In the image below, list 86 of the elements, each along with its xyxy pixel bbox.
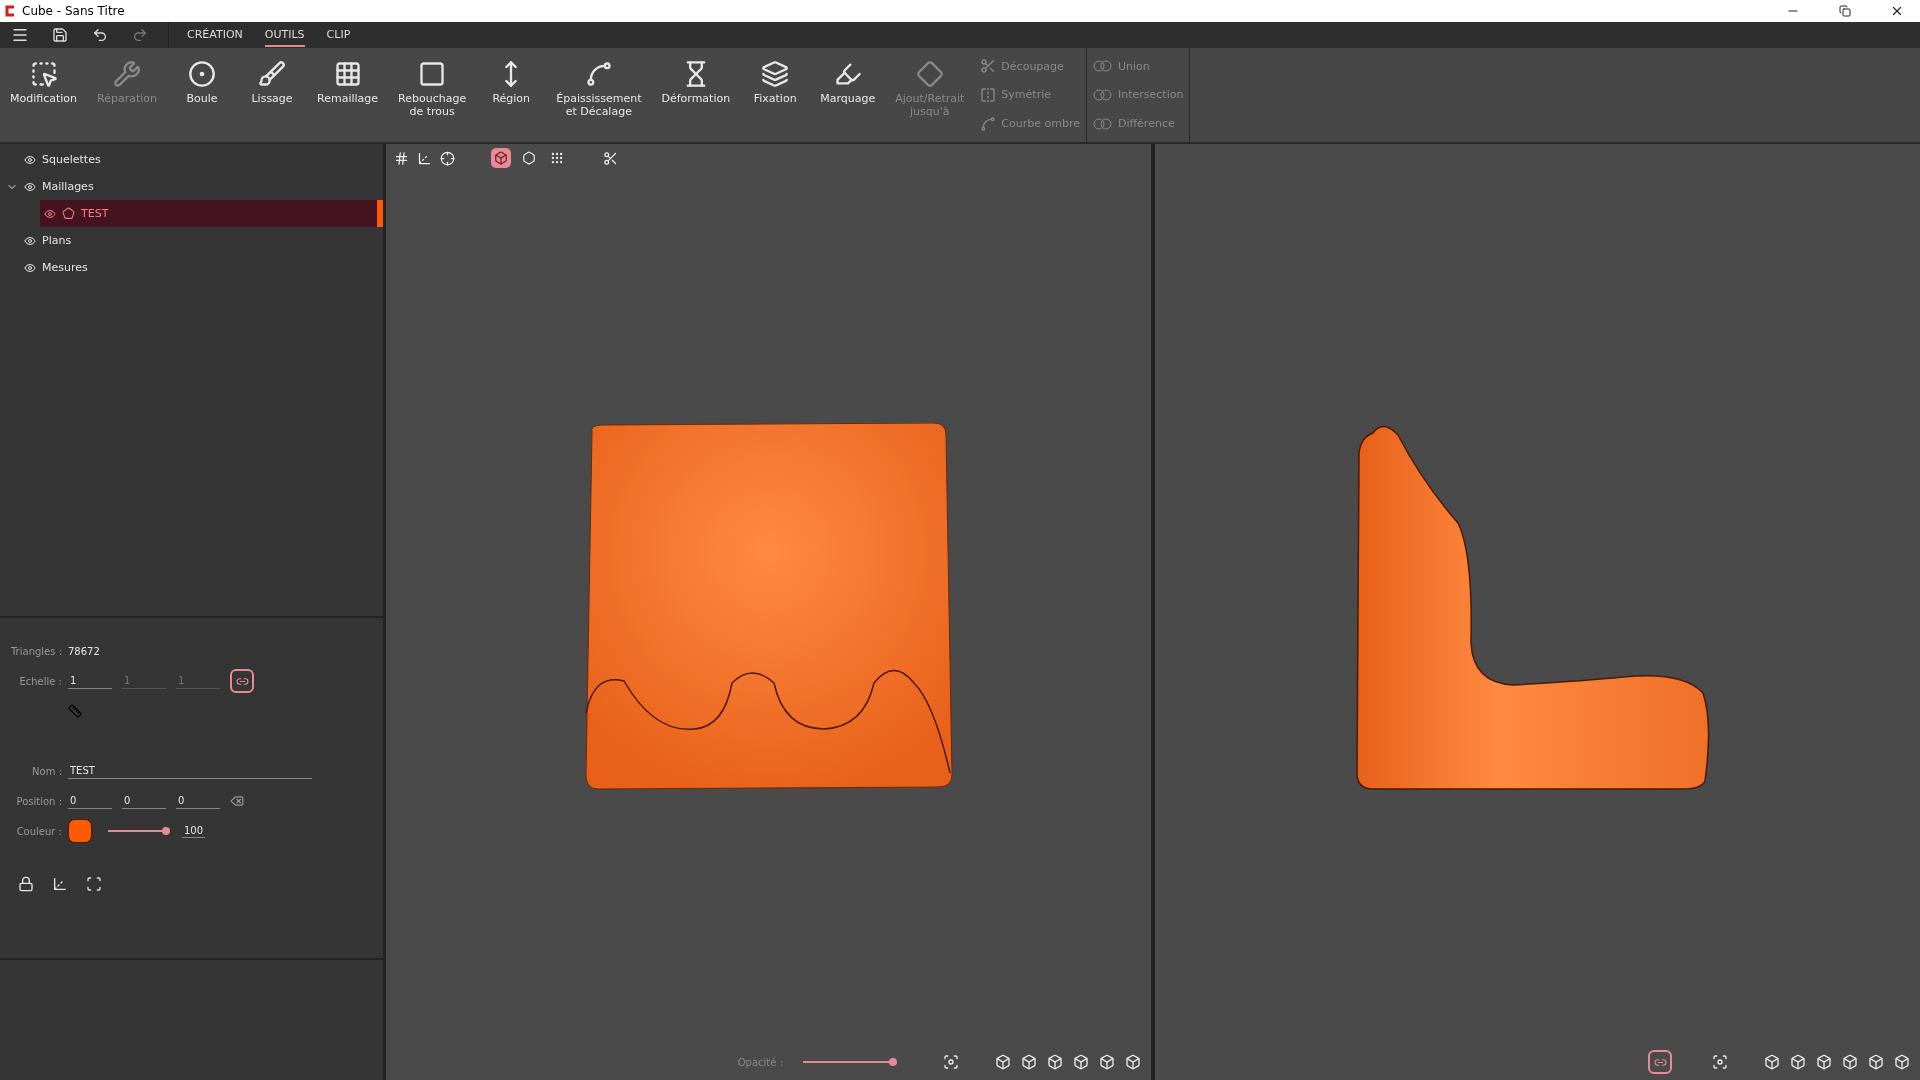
view-cube-icon[interactable] (1868, 1054, 1884, 1070)
position-field[interactable]: 0 (176, 793, 220, 809)
triangles-label: Triangles : (9, 645, 62, 657)
color-swatch[interactable] (68, 819, 92, 843)
opacity-thumb[interactable] (889, 1058, 897, 1066)
tree-item[interactable]: Plans (0, 227, 383, 254)
view-cube-icon[interactable] (995, 1054, 1011, 1070)
opacity-thumb[interactable] (162, 827, 170, 835)
opacity-label: Opacité : (737, 1056, 783, 1068)
view-cube-icon[interactable] (1021, 1054, 1037, 1070)
color-label: Couleur : (15, 825, 62, 837)
tree-item[interactable]: TEST (40, 200, 383, 227)
axis-icon[interactable] (417, 150, 432, 166)
eye-icon[interactable] (24, 234, 36, 247)
name-field[interactable]: TEST (68, 763, 312, 779)
axis-icon[interactable] (52, 876, 68, 892)
tool-icon (113, 60, 142, 88)
overlapping-circles-icon (1093, 89, 1113, 101)
tool-icon (833, 60, 862, 88)
fullscreen-icon[interactable] (86, 876, 102, 892)
tool-icon (418, 60, 447, 88)
overlapping-circles-icon (1093, 117, 1113, 130)
position-field[interactable]: 0 (122, 793, 166, 809)
overlapping-circles-icon (1093, 60, 1113, 73)
menu-tab[interactable]: CLIP (326, 23, 351, 47)
tool-button[interactable]: Modification (0, 48, 88, 142)
tool-icon (188, 60, 217, 88)
app-logo-icon (4, 5, 16, 17)
crosshair-icon[interactable] (440, 150, 455, 166)
link-button[interactable] (1648, 1050, 1672, 1074)
tool-icon (584, 60, 613, 88)
tool-button[interactable]: Remaillage (307, 48, 389, 142)
view-cube-icon[interactable] (1099, 1054, 1115, 1070)
menu-tab[interactable]: CRÉATION (187, 23, 243, 47)
menu-tab[interactable]: OUTILS (264, 23, 305, 47)
tree-item[interactable]: Squelettes (0, 146, 383, 173)
tool-icon (980, 87, 997, 103)
view-cube-icon[interactable] (1816, 1054, 1832, 1070)
mesh-icon (62, 207, 75, 220)
opacity-value: 100 (182, 824, 206, 838)
tool-button[interactable]: Région (476, 48, 547, 142)
view-cube-icon[interactable] (1894, 1054, 1910, 1070)
display-mode-button[interactable] (491, 148, 511, 168)
tool-button[interactable]: Fixation (740, 48, 811, 142)
view-cube-icon[interactable] (1047, 1054, 1063, 1070)
position-label: Position : (15, 795, 62, 807)
focus-icon[interactable] (943, 1054, 959, 1070)
tool-button[interactable]: Déformation (651, 48, 741, 142)
display-mode-icon (550, 151, 564, 165)
tree-item[interactable]: Mesures (0, 254, 383, 281)
tool-icon (333, 60, 362, 88)
focus-icon[interactable] (1712, 1054, 1728, 1070)
scale-field[interactable]: 1 (68, 673, 112, 689)
tool-button[interactable]: Épaississement et Décalage (546, 48, 652, 142)
clear-icon[interactable] (230, 794, 244, 808)
scissors-icon[interactable] (603, 150, 618, 166)
eye-icon[interactable] (24, 261, 36, 274)
tool-icon (29, 60, 58, 88)
link-button[interactable] (230, 669, 254, 693)
eye-icon[interactable] (44, 207, 56, 220)
name-label: Nom : (31, 765, 62, 777)
tool-icon (761, 60, 790, 88)
tool-button[interactable]: Marquage (810, 48, 886, 142)
lock-icon[interactable] (18, 876, 34, 892)
view-cube-icon[interactable] (1842, 1054, 1858, 1070)
tool-icon (980, 115, 997, 132)
scale-label: Echelle : (18, 675, 62, 687)
view-cube-icon[interactable] (1073, 1054, 1089, 1070)
grid-icon[interactable] (394, 150, 409, 166)
eye-icon[interactable] (24, 153, 36, 166)
display-mode-icon (494, 151, 508, 165)
tool-button[interactable]: Lissage (237, 48, 308, 142)
eye-icon[interactable] (24, 180, 36, 193)
tool-icon (980, 58, 997, 75)
tool-icon (915, 60, 944, 88)
tool-button[interactable]: Rebouchage de trous (388, 48, 477, 142)
position-field[interactable]: 0 (68, 793, 112, 809)
tree-item[interactable]: Maillages (0, 173, 383, 200)
view-cube-icon[interactable] (1125, 1054, 1141, 1070)
triangles-value: 78672 (68, 645, 100, 657)
tool-icon (258, 60, 287, 88)
window-title: Cube - Sans Titre (22, 4, 126, 18)
display-mode-icon (522, 151, 536, 165)
view-cube-icon[interactable] (1790, 1054, 1806, 1070)
tool-button[interactable]: Boule (167, 48, 238, 142)
view-cube-icon[interactable] (1764, 1054, 1780, 1070)
